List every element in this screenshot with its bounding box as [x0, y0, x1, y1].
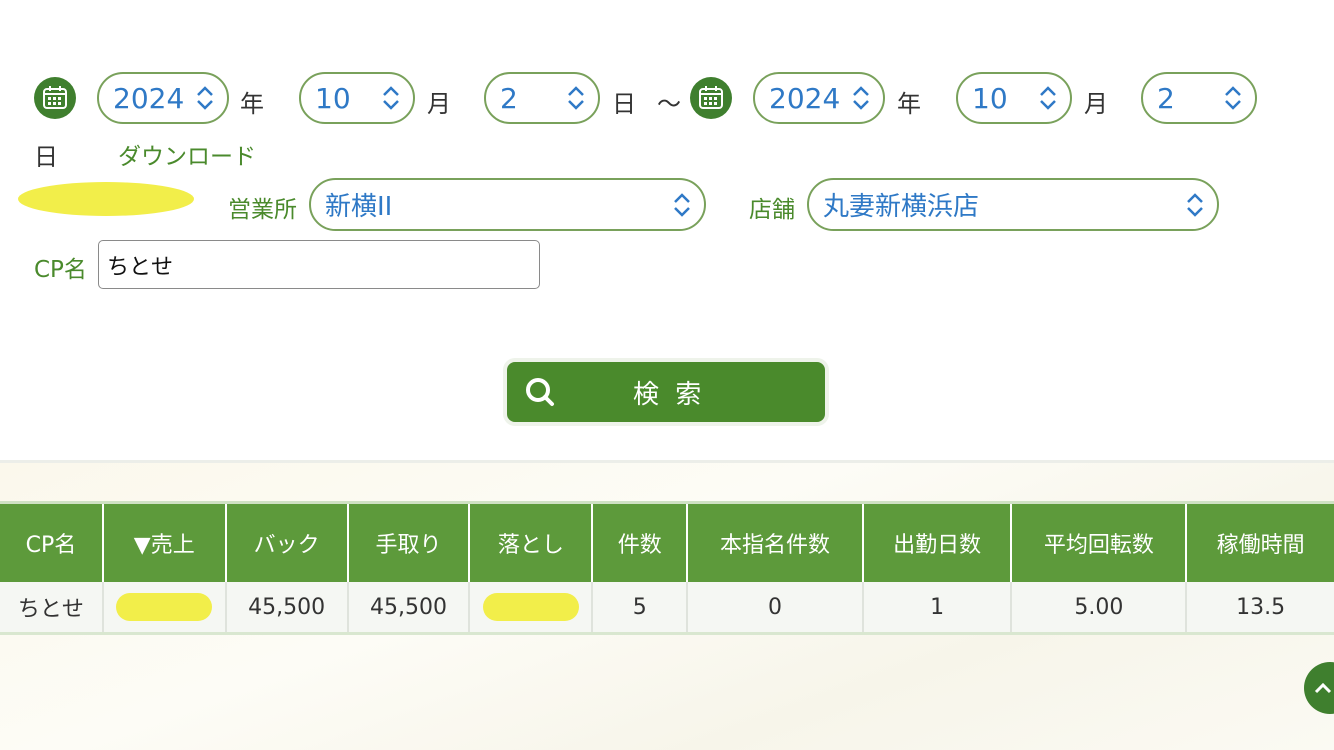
range-separator: ～	[657, 90, 681, 118]
search-button-label: 検 索	[633, 379, 706, 410]
from-month-value: 10	[315, 81, 351, 115]
to-year-select[interactable]: 2024	[753, 72, 885, 124]
calendar-icon[interactable]	[34, 77, 76, 119]
updown-chevron-icon	[1187, 192, 1203, 217]
from-day-value: 2	[500, 81, 518, 115]
office-value: 新横II	[325, 192, 393, 222]
updown-chevron-icon	[197, 86, 213, 110]
column-header-hours[interactable]: 稼働時間	[1186, 501, 1334, 582]
cell-back: 45,500	[225, 582, 349, 635]
shop-value: 丸妻新横浜店	[823, 192, 980, 222]
download-link[interactable]: ダウンロード	[118, 137, 256, 171]
column-header-workdays[interactable]: 出勤日数	[862, 501, 1013, 582]
column-header-nominations[interactable]: 本指名件数	[687, 501, 864, 582]
from-day-unit: 日	[612, 90, 636, 118]
column-header-back[interactable]: バック	[225, 501, 349, 582]
from-year-unit: 年	[240, 90, 264, 118]
chevron-up-icon	[1314, 682, 1332, 694]
to-month-value: 10	[972, 81, 1008, 115]
table-header-row: CP名 ▼売上 バック 手取り 落とし 件数 本指名件数 出勤日数 平均回転数 …	[0, 501, 1334, 582]
from-month-unit: 月	[427, 90, 451, 118]
cell-count: 5	[592, 582, 689, 635]
cp-name-input[interactable]: ちとせ	[98, 240, 540, 289]
updown-chevron-icon	[383, 86, 399, 110]
shop-select[interactable]: 丸妻新横浜店	[807, 178, 1219, 231]
from-month-select[interactable]: 10	[299, 72, 415, 124]
from-year-value: 2024	[113, 81, 185, 115]
column-header-count[interactable]: 件数	[592, 501, 689, 582]
column-header-cp-name[interactable]: CP名	[0, 501, 104, 582]
to-day-value: 2	[1157, 81, 1175, 115]
calendar-icon[interactable]	[690, 77, 732, 119]
from-year-select[interactable]: 2024	[97, 72, 229, 124]
cell-drop	[469, 582, 594, 635]
updown-chevron-icon	[853, 86, 869, 110]
table-row: ちとせ 45,500 45,500 5 0 1 5.00 13.5	[0, 582, 1334, 635]
cell-take-home: 45,500	[347, 582, 471, 635]
cp-name-label: CP名	[34, 257, 87, 283]
cp-name-value: ちとせ	[107, 254, 174, 280]
column-header-sales[interactable]: ▼売上	[102, 501, 227, 582]
shop-label: 店舗	[749, 197, 795, 223]
to-year-unit: 年	[897, 90, 921, 118]
search-icon	[526, 378, 554, 406]
updown-chevron-icon	[1040, 86, 1056, 110]
cell-cp-name: ちとせ	[0, 582, 104, 635]
column-header-drop[interactable]: 落とし	[469, 501, 594, 582]
redacted-value	[116, 593, 213, 621]
column-header-take-home[interactable]: 手取り	[347, 501, 471, 582]
cell-workdays: 1	[862, 582, 1013, 635]
office-label: 営業所	[228, 197, 297, 223]
updown-chevron-icon	[1225, 86, 1241, 110]
cell-nominations: 0	[687, 582, 864, 635]
results-table: CP名 ▼売上 バック 手取り 落とし 件数 本指名件数 出勤日数 平均回転数 …	[0, 501, 1334, 635]
cell-sales	[102, 582, 227, 635]
to-month-unit: 月	[1084, 90, 1108, 118]
to-month-select[interactable]: 10	[956, 72, 1072, 124]
divider	[0, 460, 1334, 463]
from-day-select[interactable]: 2	[484, 72, 600, 124]
to-day-unit: 日	[34, 143, 58, 171]
to-year-value: 2024	[769, 81, 841, 115]
cell-avg-turnover: 5.00	[1011, 582, 1188, 635]
cell-hours: 13.5	[1186, 582, 1334, 635]
updown-chevron-icon	[568, 86, 584, 110]
redacted-area	[18, 182, 194, 216]
office-select[interactable]: 新横II	[309, 178, 706, 231]
to-day-select[interactable]: 2	[1141, 72, 1257, 124]
updown-chevron-icon	[674, 192, 690, 217]
search-button[interactable]: 検 索	[507, 362, 825, 422]
column-header-avg-turnover[interactable]: 平均回転数	[1011, 501, 1188, 582]
redacted-value	[482, 593, 579, 621]
